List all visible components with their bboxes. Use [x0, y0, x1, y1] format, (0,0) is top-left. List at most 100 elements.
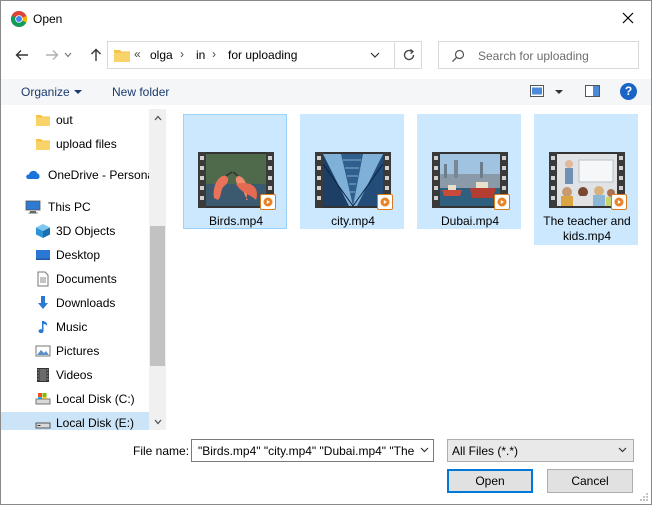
nav-item-label: Local Disk (E:) — [56, 416, 135, 430]
folder-icon — [36, 139, 50, 150]
breadcrumb-separator-icon: › — [212, 47, 216, 61]
new-folder-button[interactable]: New folder — [112, 85, 169, 99]
close-button[interactable] — [605, 1, 651, 35]
file-tile-dubai[interactable]: Dubai.mp4 — [417, 114, 521, 229]
view-options-caret-icon[interactable] — [555, 90, 563, 94]
file-tile-birds[interactable]: Birds.mp4 — [183, 114, 287, 229]
folder-icon — [36, 115, 50, 126]
arrow-left-icon — [15, 50, 28, 60]
nav-item-downloads[interactable]: Downloads — [1, 292, 149, 314]
forward-button[interactable] — [41, 44, 63, 66]
chevron-down-icon[interactable] — [420, 447, 429, 453]
file-name-label: Birds.mp4 — [208, 214, 264, 228]
classroom-image — [557, 154, 617, 206]
play-icon — [377, 194, 393, 210]
nav-item-local-disk-e[interactable]: Local Disk (E:) — [1, 412, 149, 430]
nav-item-this-pc[interactable]: This PC — [1, 196, 149, 218]
nav-item-label: upload files — [56, 137, 117, 151]
search-box[interactable]: Search for uploading — [438, 41, 639, 69]
nav-item-out[interactable]: out — [1, 109, 149, 131]
file-type-select[interactable]: All Files (*.*) — [447, 439, 634, 462]
file-list: Birds.mp4 city.mp4 Dubai.mp4 The teacher… — [171, 109, 651, 430]
refresh-button[interactable] — [394, 41, 422, 69]
arrow-up-icon — [91, 48, 101, 61]
search-icon — [452, 49, 465, 62]
nav-item-label: Desktop — [56, 248, 101, 262]
flamingos-image — [206, 154, 266, 206]
navigation-scrollbar[interactable] — [149, 109, 166, 430]
recent-locations-button[interactable] — [61, 44, 75, 66]
harbor-image — [440, 154, 500, 206]
nav-item-music[interactable]: Music — [1, 316, 149, 338]
play-icon — [611, 194, 627, 210]
play-icon — [260, 194, 276, 210]
open-file-dialog: Open « olga › in › for uploading Search … — [0, 0, 652, 505]
nav-item-local-disk-c[interactable]: Local Disk (C:) — [1, 388, 149, 410]
cancel-button[interactable]: Cancel — [547, 469, 633, 493]
scroll-up-button[interactable] — [149, 109, 166, 126]
nav-item-label: Videos — [56, 368, 93, 382]
pictures-icon — [35, 345, 51, 357]
breadcrumb-in[interactable]: in — [196, 48, 205, 62]
play-icon — [494, 194, 510, 210]
caret-down-icon — [74, 90, 82, 94]
up-button[interactable] — [85, 44, 107, 66]
video-thumbnail — [315, 152, 393, 210]
downloads-icon — [38, 296, 48, 309]
chevron-down-icon — [154, 419, 161, 424]
chevron-down-icon — [64, 52, 72, 58]
address-bar[interactable]: « olga › in › for uploading — [107, 41, 422, 69]
breadcrumb-overflow[interactable]: « — [134, 47, 141, 61]
breadcrumb-separator-icon: › — [180, 47, 184, 61]
nav-item-label: OneDrive - Persona — [48, 168, 155, 182]
chevron-down-icon[interactable] — [368, 48, 382, 62]
nav-item-pictures[interactable]: Pictures — [1, 340, 149, 362]
nav-item-label: out — [56, 113, 73, 127]
nav-item-label: Local Disk (C:) — [56, 392, 135, 406]
open-button[interactable]: Open — [447, 469, 533, 493]
nav-item-documents[interactable]: Documents — [1, 268, 149, 290]
change-view-icon[interactable] — [530, 85, 544, 97]
nav-item-upload-files[interactable]: upload files — [1, 133, 149, 155]
breadcrumb-for-uploading[interactable]: for uploading — [228, 48, 297, 62]
scrollbar-thumb[interactable] — [150, 226, 165, 366]
breadcrumb-olga[interactable]: olga — [150, 48, 173, 62]
video-thumbnail — [549, 152, 627, 210]
video-thumbnail — [198, 152, 276, 210]
nav-item-label: 3D Objects — [56, 224, 116, 238]
file-name-value: "Birds.mp4" "city.mp4" "Dubai.mp4" "The … — [198, 444, 414, 458]
nav-item-label: Music — [56, 320, 88, 334]
close-icon — [622, 12, 634, 24]
resize-grip-icon[interactable] — [639, 492, 649, 502]
preview-pane-icon[interactable] — [585, 85, 600, 97]
nav-item-desktop[interactable]: Desktop — [1, 244, 149, 266]
folder-icon — [114, 50, 130, 62]
command-bar: Organize New folder ? — [1, 79, 651, 105]
file-name-label: File name: — [133, 444, 190, 458]
3d-objects-icon — [36, 224, 50, 238]
back-button[interactable] — [11, 44, 33, 66]
nav-item-onedrive[interactable]: OneDrive - Persona — [1, 164, 154, 186]
arrow-right-icon — [46, 50, 59, 60]
file-name-input[interactable]: "Birds.mp4" "city.mp4" "Dubai.mp4" "The … — [191, 439, 434, 462]
nav-item-videos[interactable]: Videos — [1, 364, 149, 386]
chevron-down-icon — [618, 447, 627, 453]
drive-e-icon — [35, 422, 51, 429]
refresh-icon — [403, 49, 414, 61]
file-tile-teacher-and-kids[interactable]: The teacher and kids.mp4 — [534, 114, 638, 245]
file-type-value: All Files (*.*) — [452, 444, 519, 458]
file-tile-city[interactable]: city.mp4 — [300, 114, 404, 229]
skyscraper-image — [323, 154, 383, 206]
title-bar: Open — [1, 1, 651, 37]
help-button[interactable]: ? — [620, 83, 637, 100]
nav-item-3d-objects[interactable]: 3D Objects — [1, 220, 149, 242]
window-title: Open — [33, 12, 63, 26]
scroll-down-button[interactable] — [149, 413, 166, 430]
music-icon — [38, 321, 48, 334]
nav-item-label: This PC — [48, 200, 91, 214]
organize-menu[interactable]: Organize — [21, 85, 70, 99]
onedrive-cloud-icon — [26, 170, 40, 179]
search-input[interactable]: Search for uploading — [478, 49, 589, 63]
file-name-label: Dubai.mp4 — [440, 214, 500, 228]
video-thumbnail — [432, 152, 510, 210]
